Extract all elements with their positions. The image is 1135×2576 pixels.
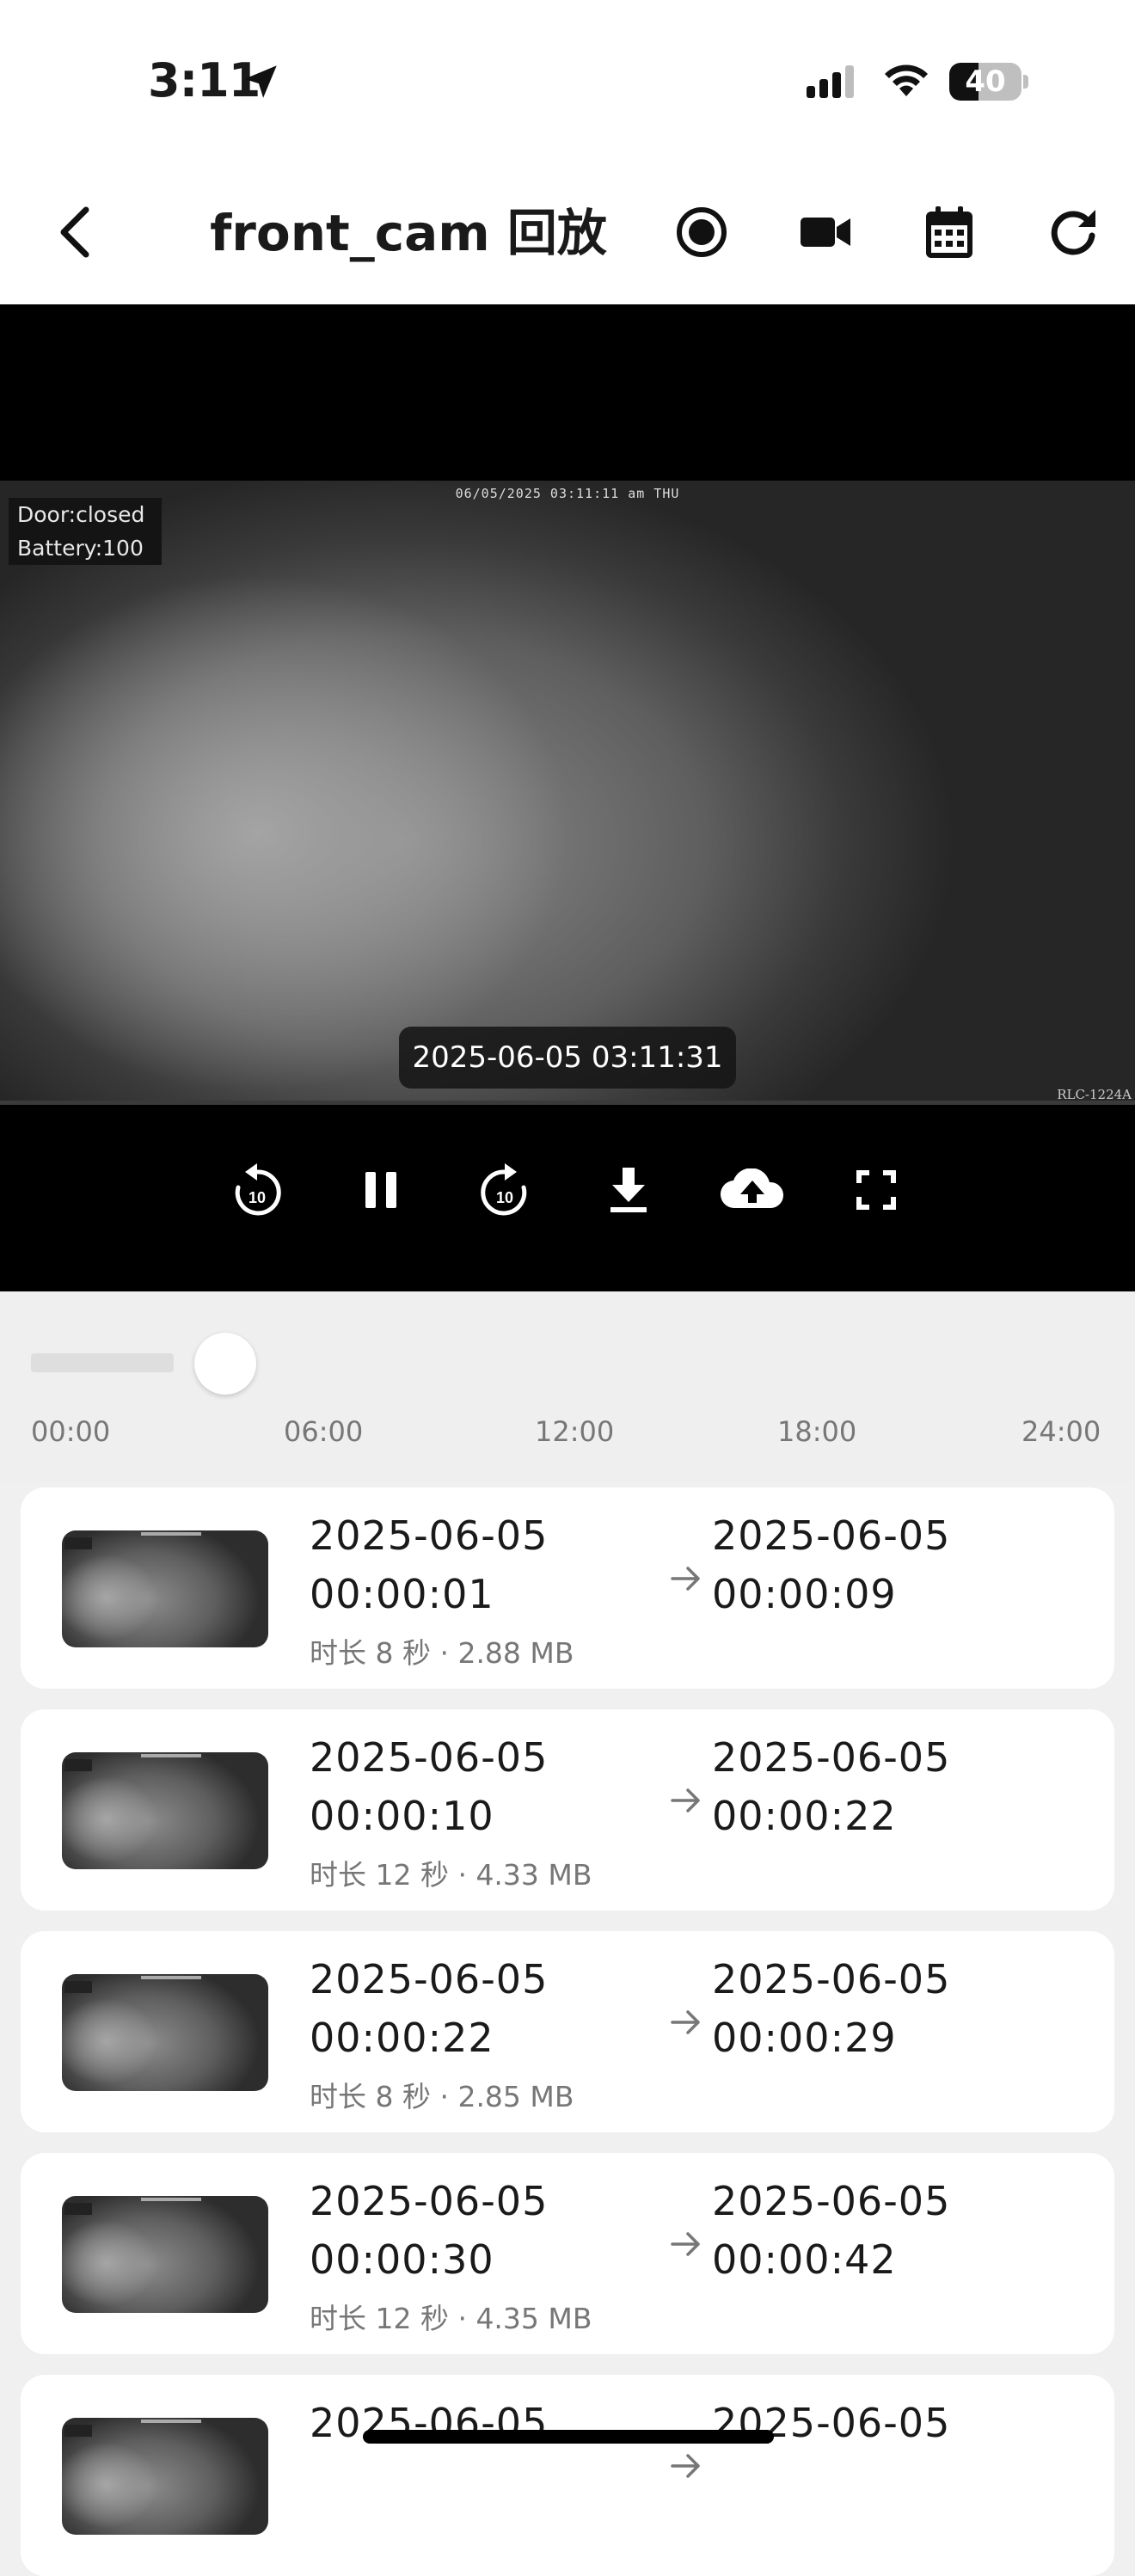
timeline-tick: 18:00	[777, 1415, 857, 1448]
pause-icon	[365, 1172, 396, 1208]
recording-end: 2025-06-05 00:00:42	[712, 2178, 951, 2283]
refresh-button[interactable]	[1039, 198, 1107, 267]
battery-indicator: 40	[949, 63, 1028, 101]
pause-button[interactable]	[342, 1151, 420, 1229]
sensor-overlay: Door:closed Battery:100	[9, 498, 163, 565]
playback-controls: 10 10	[0, 1151, 1135, 1237]
arrow-right-icon	[671, 1567, 700, 1591]
status-bar: 3:11 40	[0, 0, 1135, 163]
video-camera-icon	[801, 218, 850, 247]
door-status: Door:closed	[17, 502, 145, 527]
cloud-upload-button[interactable]	[714, 1151, 791, 1229]
recording-meta: 时长 12 秒 · 4.33 MB	[310, 1858, 592, 1892]
replay-10-button[interactable]: 10	[218, 1151, 296, 1229]
cloud-upload-icon	[721, 1168, 784, 1209]
recording-item[interactable]: 2025-06-05 00:00:01 2025-06-05 00:00:09 时长…	[21, 1487, 1114, 1689]
wifi-icon	[885, 64, 928, 96]
timeline-thumb[interactable]	[194, 1333, 256, 1395]
recording-start: 2025-06-05 00:00:01	[310, 1512, 549, 1617]
battery-percentage: 40	[965, 64, 1006, 99]
app-bar: front_cam 回放	[0, 163, 1135, 304]
recording-item[interactable]: 2025-06-05 00:00:30 2025-06-05 00:00:42 时长…	[21, 2153, 1114, 2354]
recording-meta: 时长 8 秒 · 2.88 MB	[310, 1636, 574, 1670]
forward-10-icon: 10	[481, 1163, 527, 1216]
timeline-tick: 06:00	[284, 1415, 364, 1448]
video-player: 06/05/2025 03:11:11 am THU Door:closed B…	[0, 304, 1135, 1291]
replay-10-icon: 10	[235, 1163, 281, 1216]
osd-timestamp: 06/05/2025 03:11:11 am THU	[455, 486, 680, 501]
battery-status: Battery:100	[17, 536, 144, 561]
refresh-icon	[1051, 210, 1095, 255]
home-indicator	[363, 2430, 774, 2444]
recording-thumbnail	[62, 1752, 268, 1869]
fullscreen-icon	[856, 1170, 896, 1210]
download-button[interactable]	[590, 1151, 667, 1229]
recording-start: 2025-06-05 00:00:30	[310, 2178, 549, 2283]
svg-text:10: 10	[496, 1189, 513, 1206]
cellular-signal-icon	[807, 65, 854, 98]
video-button[interactable]	[791, 198, 860, 267]
arrow-right-icon	[671, 2454, 700, 2478]
forward-10-button[interactable]: 10	[466, 1151, 543, 1229]
recording-thumbnail	[62, 2418, 268, 2535]
arrow-right-icon	[671, 2010, 700, 2034]
current-time-chip: 2025-06-05 03:11:31	[399, 1027, 736, 1089]
timeline: 00:00 06:00 12:00 18:00 24:00	[0, 1291, 1135, 1482]
recording-thumbnail	[62, 1530, 268, 1647]
calendar-button[interactable]	[915, 198, 984, 267]
video-frame[interactable]: 06/05/2025 03:11:11 am THU Door:closed B…	[0, 481, 1135, 1104]
recording-start: 2025-06-05 00:00:10	[310, 1734, 549, 1839]
recording-item[interactable]: 2025-06-05 00:00:10 2025-06-05 00:00:22 时长…	[21, 1709, 1114, 1911]
recording-thumbnail	[62, 2196, 268, 2313]
recording-start: 2025-06-05 00:00:22	[310, 1956, 549, 2061]
timeline-track[interactable]	[31, 1353, 174, 1372]
timeline-tick: 00:00	[31, 1415, 111, 1448]
recording-meta: 时长 8 秒 · 2.85 MB	[310, 2080, 574, 2113]
recording-item[interactable]: 2025-06-05 00:00:22 2025-06-05 00:00:29 时长…	[21, 1931, 1114, 2132]
fullscreen-button[interactable]	[837, 1151, 915, 1229]
record-button[interactable]	[667, 198, 736, 267]
recording-thumbnail	[62, 1974, 268, 2091]
recording-meta: 时长 12 秒 · 4.35 MB	[310, 2302, 592, 2335]
arrow-right-icon	[671, 2232, 700, 2256]
calendar-icon	[926, 206, 972, 258]
arrow-right-icon	[671, 1788, 700, 1812]
recording-end: 2025-06-05 00:00:29	[712, 1956, 951, 2061]
playback-progress-bar[interactable]	[0, 1101, 1135, 1105]
timeline-tick: 24:00	[1022, 1415, 1101, 1448]
download-icon	[610, 1168, 647, 1212]
timeline-tick: 12:00	[535, 1415, 615, 1448]
location-arrow-icon	[244, 65, 277, 98]
recording-end: 2025-06-05 00:00:09	[712, 1512, 951, 1617]
recording-item[interactable]: 2025-06-05 2025-06-05	[21, 2375, 1114, 2576]
recording-end: 2025-06-05 00:00:22	[712, 1734, 951, 1839]
record-icon	[677, 207, 727, 257]
svg-text:10: 10	[248, 1189, 266, 1206]
